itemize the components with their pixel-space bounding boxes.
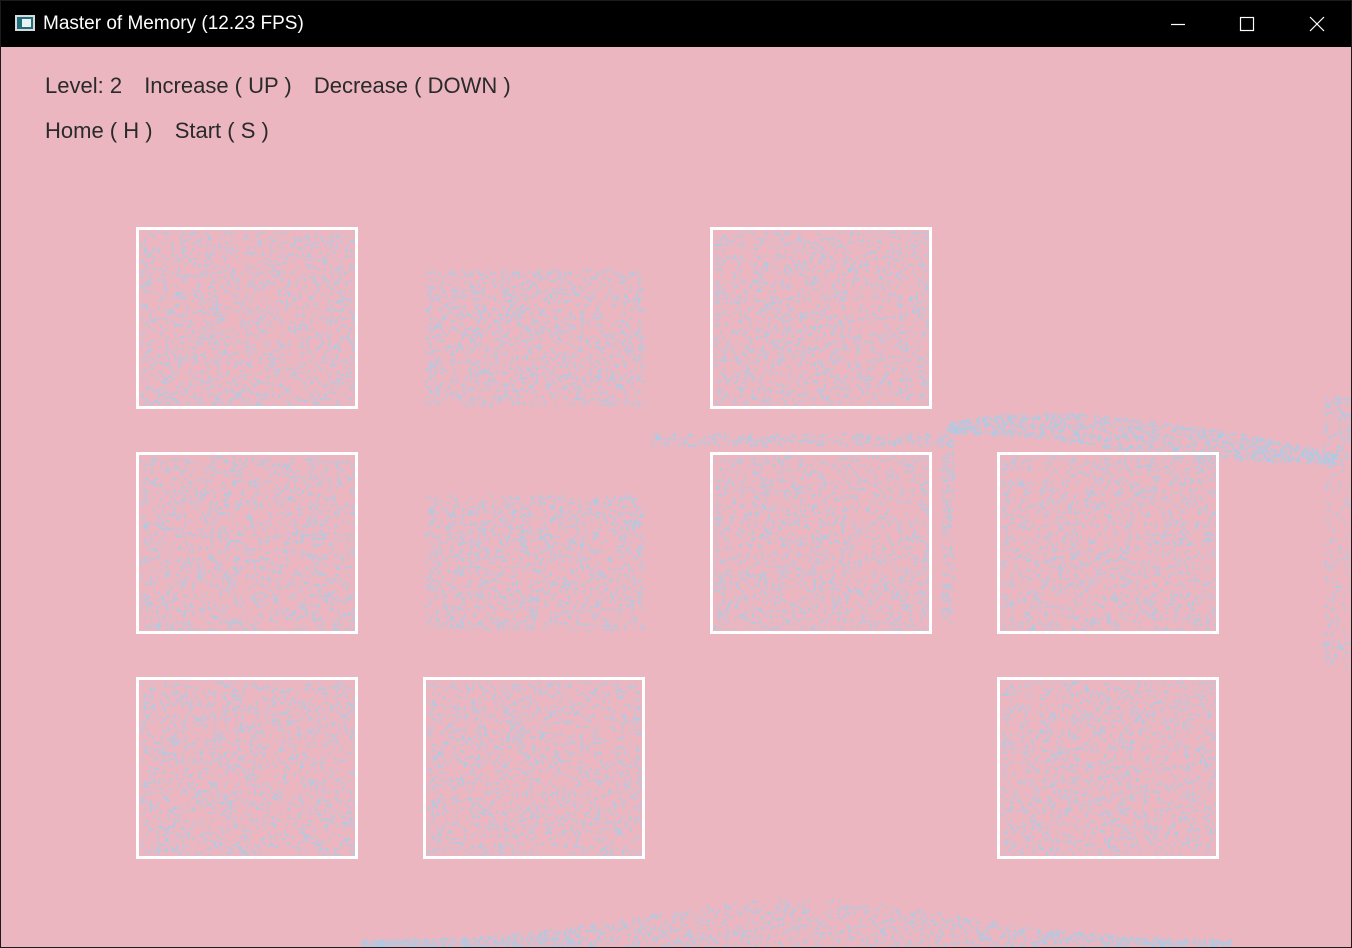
- app-window-icon: [15, 15, 35, 31]
- window-title: Master of Memory (12.23 FPS): [43, 13, 304, 34]
- memory-card[interactable]: [710, 227, 932, 409]
- memory-card[interactable]: [136, 452, 358, 634]
- title-bar[interactable]: Master of Memory (12.23 FPS): [1, 1, 1351, 47]
- minimize-icon: [1171, 23, 1185, 26]
- start-hint: Start ( S ): [174, 118, 269, 143]
- maximize-button[interactable]: [1212, 1, 1282, 47]
- memory-card[interactable]: [997, 452, 1219, 634]
- home-hint: Home ( H ): [45, 118, 153, 143]
- hud-controls-nav: Home ( H ) Start ( S ): [45, 117, 285, 145]
- memory-card[interactable]: [997, 677, 1219, 859]
- maximize-icon: [1239, 16, 1255, 32]
- memory-card[interactable]: [423, 677, 645, 859]
- minimize-button[interactable]: [1143, 1, 1213, 47]
- close-button[interactable]: [1282, 1, 1351, 47]
- level-indicator: Level: 2: [45, 73, 123, 98]
- game-window: Master of Memory (12.23 FPS) Level: 2 In…: [0, 0, 1352, 948]
- memory-card[interactable]: [710, 452, 932, 634]
- increase-level-hint: Increase ( UP ): [144, 73, 292, 98]
- decrease-level-hint: Decrease ( DOWN ): [313, 73, 511, 98]
- hud-controls-level: Level: 2 Increase ( UP ) Decrease ( DOWN…: [45, 72, 527, 100]
- close-icon: [1309, 16, 1325, 32]
- memory-card[interactable]: [136, 227, 358, 409]
- memory-card[interactable]: [136, 677, 358, 859]
- game-canvas[interactable]: Level: 2 Increase ( UP ) Decrease ( DOWN…: [1, 47, 1351, 947]
